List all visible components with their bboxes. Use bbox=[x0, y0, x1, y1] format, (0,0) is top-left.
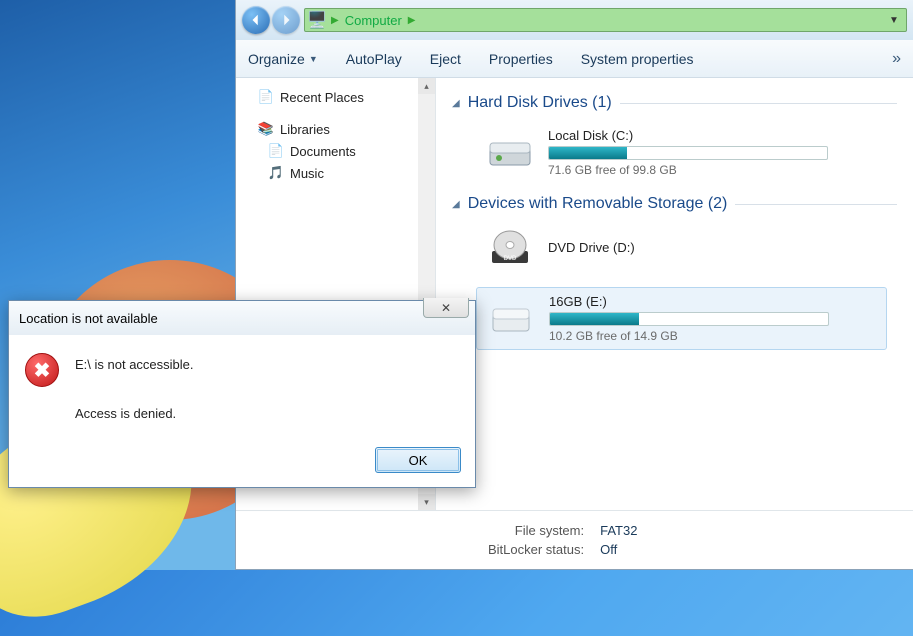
breadcrumb-box[interactable]: 🖥️ ▶ Computer ▶ ▼ bbox=[304, 8, 907, 32]
error-dialog: Location is not available ✕ ✖ E:\ is not… bbox=[8, 300, 476, 488]
dialog-footer: OK bbox=[9, 437, 475, 487]
removable-disk-icon bbox=[487, 299, 535, 339]
address-bar: 🖥️ ▶ Computer ▶ ▼ bbox=[236, 0, 913, 40]
capacity-fill bbox=[550, 313, 639, 325]
system-properties-button[interactable]: System properties bbox=[581, 51, 694, 67]
breadcrumb-dropdown[interactable]: ▼ bbox=[886, 15, 902, 26]
nav-buttons bbox=[242, 6, 300, 34]
organize-menu[interactable]: Organize ▼ bbox=[248, 51, 318, 67]
system-properties-label: System properties bbox=[581, 51, 694, 67]
filesystem-label: File system: bbox=[488, 521, 584, 540]
category-removable: ◢ Devices with Removable Storage (2) bbox=[452, 195, 897, 213]
details-values: FAT32 Off bbox=[600, 521, 637, 559]
filesystem-value: FAT32 bbox=[600, 521, 637, 540]
details-labels: File system: BitLocker status: bbox=[488, 521, 584, 559]
drive-info: DVD Drive (D:) bbox=[548, 240, 877, 258]
eject-button[interactable]: Eject bbox=[430, 51, 461, 67]
capacity-bar bbox=[549, 312, 829, 326]
dialog-close-button[interactable]: ✕ bbox=[423, 298, 469, 318]
drive-info: Local Disk (C:) 71.6 GB free of 99.8 GB bbox=[548, 128, 877, 177]
toolbar-overflow[interactable]: » bbox=[892, 50, 901, 68]
computer-icon: 🖥️ bbox=[309, 12, 325, 28]
sidebar-item-documents[interactable]: 📄 Documents bbox=[240, 140, 431, 162]
sidebar-item-recent-places[interactable]: 📄 Recent Places bbox=[240, 86, 431, 108]
properties-button[interactable]: Properties bbox=[489, 51, 553, 67]
sidebar-item-label: Recent Places bbox=[280, 90, 364, 105]
libraries-icon: 📚 bbox=[258, 121, 274, 137]
chevron-down-icon: ▼ bbox=[309, 54, 318, 64]
bitlocker-value: Off bbox=[600, 540, 637, 559]
organize-label: Organize bbox=[248, 51, 305, 67]
autoplay-label: AutoPlay bbox=[346, 51, 402, 67]
drive-c[interactable]: Local Disk (C:) 71.6 GB free of 99.8 GB bbox=[476, 122, 887, 183]
drive-info: 16GB (E:) 10.2 GB free of 14.9 GB bbox=[549, 294, 876, 343]
eject-label: Eject bbox=[430, 51, 461, 67]
back-button[interactable] bbox=[242, 6, 270, 34]
command-bar: Organize ▼ AutoPlay Eject Properties Syst… bbox=[236, 40, 913, 78]
chevron-right-icon: ▶ bbox=[331, 15, 339, 26]
details-pane: File system: BitLocker status: FAT32 Off bbox=[236, 510, 913, 569]
dialog-line1: E:\ is not accessible. bbox=[75, 353, 194, 378]
drive-name: 16GB (E:) bbox=[549, 294, 876, 309]
drive-free-text: 10.2 GB free of 14.9 GB bbox=[549, 329, 876, 343]
collapse-icon[interactable]: ◢ bbox=[452, 199, 460, 210]
drive-d[interactable]: DVD DVD Drive (D:) bbox=[476, 223, 887, 275]
music-icon: 🎵 bbox=[268, 165, 284, 181]
sidebar-item-music[interactable]: 🎵 Music bbox=[240, 162, 431, 184]
sidebar-item-libraries[interactable]: 📚 Libraries bbox=[240, 118, 431, 140]
close-icon: ✕ bbox=[441, 301, 451, 315]
drive-e[interactable]: 16GB (E:) 10.2 GB free of 14.9 GB bbox=[476, 287, 887, 350]
dialog-line2: Access is denied. bbox=[75, 402, 194, 427]
drive-name: DVD Drive (D:) bbox=[548, 240, 877, 255]
sidebar-item-label: Documents bbox=[290, 144, 356, 159]
drive-name: Local Disk (C:) bbox=[548, 128, 877, 143]
drive-free-text: 71.6 GB free of 99.8 GB bbox=[548, 163, 877, 177]
forward-button[interactable] bbox=[272, 6, 300, 34]
bitlocker-label: BitLocker status: bbox=[488, 540, 584, 559]
sidebar-item-label: Music bbox=[290, 166, 324, 181]
dialog-message: E:\ is not accessible. Access is denied. bbox=[75, 353, 194, 427]
capacity-fill bbox=[549, 147, 627, 159]
chevron-right-icon: ▶ bbox=[408, 15, 416, 26]
category-hdd: ◢ Hard Disk Drives (1) bbox=[452, 94, 897, 112]
drive-list: ◢ Hard Disk Drives (1) Local Disk (C:) 7… bbox=[436, 78, 913, 510]
sidebar-item-label: Libraries bbox=[280, 122, 330, 137]
svg-text:DVD: DVD bbox=[504, 256, 517, 262]
dialog-titlebar[interactable]: Location is not available ✕ bbox=[9, 301, 475, 335]
hdd-icon bbox=[486, 133, 534, 173]
divider bbox=[735, 204, 897, 205]
collapse-icon[interactable]: ◢ bbox=[452, 98, 460, 109]
properties-label: Properties bbox=[489, 51, 553, 67]
dvd-icon: DVD bbox=[486, 229, 534, 269]
recent-places-icon: 📄 bbox=[258, 89, 274, 105]
category-title: Hard Disk Drives (1) bbox=[468, 94, 612, 112]
ok-button[interactable]: OK bbox=[375, 447, 461, 473]
dialog-body: ✖ E:\ is not accessible. Access is denie… bbox=[9, 335, 475, 437]
error-icon: ✖ bbox=[25, 353, 59, 387]
divider bbox=[620, 103, 897, 104]
documents-icon: 📄 bbox=[268, 143, 284, 159]
breadcrumb-computer[interactable]: Computer bbox=[345, 13, 402, 28]
autoplay-button[interactable]: AutoPlay bbox=[346, 51, 402, 67]
capacity-bar bbox=[548, 146, 828, 160]
category-title: Devices with Removable Storage (2) bbox=[468, 195, 728, 213]
dialog-title-text: Location is not available bbox=[19, 311, 158, 326]
